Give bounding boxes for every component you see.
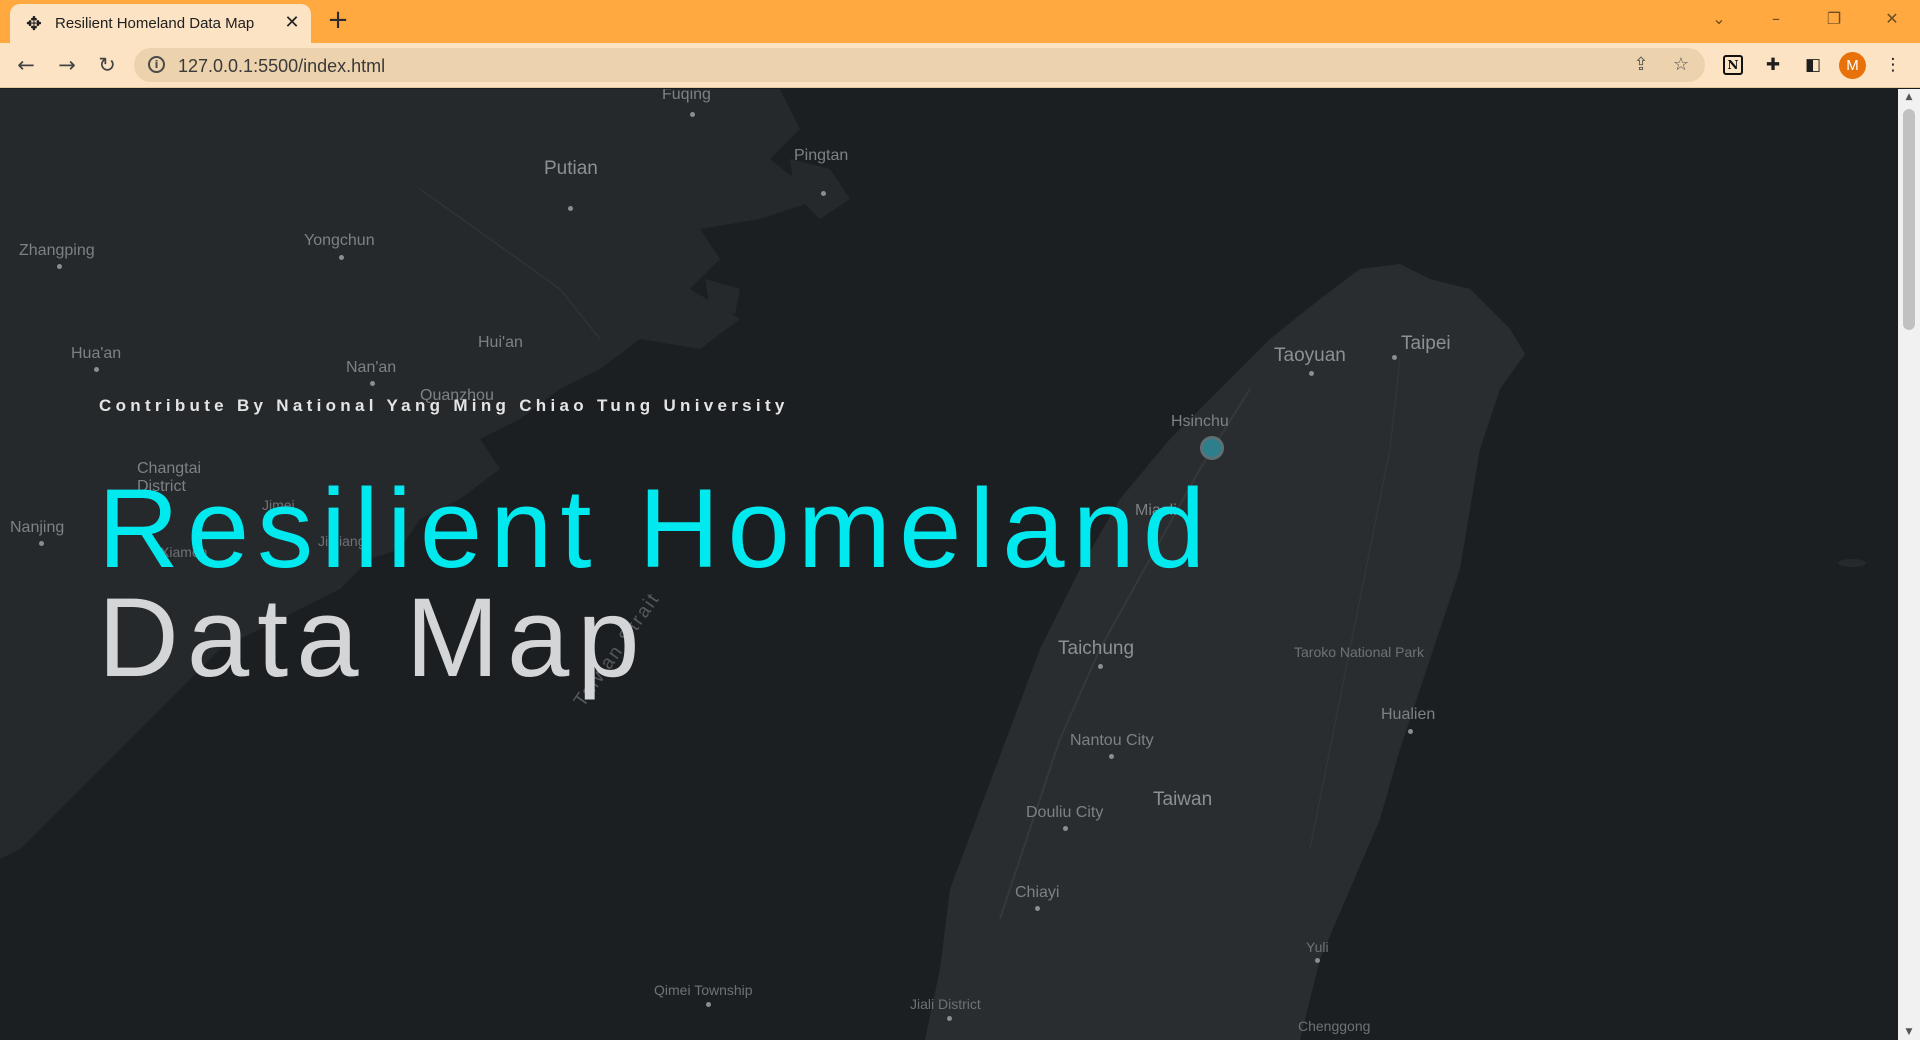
site-info-icon[interactable]: i	[148, 56, 165, 73]
side-panel-icon[interactable]: ◧	[1800, 52, 1826, 78]
back-arrow-icon[interactable]: ←	[12, 51, 40, 79]
place-label-hualien: Hualien	[1381, 706, 1436, 723]
drone-icon: ✥	[26, 13, 42, 35]
place-label-nantou: Nantou City	[1070, 732, 1154, 749]
tab-strip: ✥ Resilient Homeland Data Map ✕ + ⌄ – ❐ …	[0, 0, 1920, 43]
scroll-up-arrow-icon[interactable]: ▲	[1904, 92, 1914, 102]
place-label-douliu: Douliu City	[1026, 804, 1104, 821]
city-dot	[1035, 906, 1040, 911]
scroll-down-arrow-icon[interactable]: ▼	[1904, 1027, 1914, 1037]
place-label-taipei: Taipei	[1401, 333, 1451, 354]
city-dot	[947, 1016, 952, 1021]
minimize-window-icon[interactable]: –	[1761, 6, 1791, 32]
city-dot	[339, 255, 344, 260]
city-dot	[1408, 729, 1413, 734]
new-tab-button[interactable]: +	[325, 7, 351, 34]
city-dot	[57, 264, 62, 269]
map-viewport[interactable]: Fuqing Putian Pingtan Zhangping Yongchun…	[0, 89, 1898, 1040]
place-label-chiayi: Chiayi	[1015, 884, 1060, 901]
restore-window-icon[interactable]: ❐	[1819, 6, 1849, 32]
close-window-icon[interactable]: ✕	[1877, 6, 1907, 32]
city-dot	[1098, 664, 1103, 669]
share-icon[interactable]: ⇪	[1630, 54, 1652, 76]
place-label-yuli: Yuli	[1306, 939, 1329, 955]
notion-extension-icon[interactable]: N	[1723, 55, 1743, 75]
place-label-jiali: Jiali District	[910, 996, 981, 1012]
place-label-huian: Hui'an	[478, 334, 523, 351]
islet	[1838, 559, 1866, 567]
page-scrollbar[interactable]: ▲ ▼	[1898, 89, 1920, 1040]
place-label-zhangping: Zhangping	[19, 242, 95, 259]
scroll-thumb[interactable]	[1903, 109, 1915, 330]
city-dot	[690, 112, 695, 117]
place-label-hsinchu: Hsinchu	[1171, 413, 1229, 430]
capital-dot	[1392, 355, 1397, 360]
tab-close-icon[interactable]: ✕	[281, 12, 303, 34]
place-label-pingtan: Pingtan	[794, 147, 849, 164]
city-dot	[706, 1002, 711, 1007]
city-dot	[1315, 958, 1320, 963]
address-bar[interactable]: i 127.0.0.1:5500/index.html ⇪ ☆	[134, 48, 1705, 82]
place-label-yongchun: Yongchun	[304, 232, 375, 249]
place-label-putian: Putian	[544, 158, 598, 179]
city-dot	[1063, 826, 1068, 831]
place-label-nanan: Nan'an	[346, 359, 397, 376]
tab-search-icon[interactable]: ⌄	[1704, 6, 1734, 32]
hero-title-line2: Data Map	[98, 575, 648, 700]
city-dot	[1309, 371, 1314, 376]
place-label-chenggong: Chenggong	[1298, 1018, 1371, 1034]
tab-title: Resilient Homeland Data Map	[55, 15, 255, 32]
browser-menu-icon[interactable]: ⋮	[1880, 52, 1906, 78]
place-label-taroko: Taroko National Park	[1294, 644, 1424, 660]
profile-avatar[interactable]: M	[1839, 52, 1866, 79]
map-location-marker[interactable]	[1200, 436, 1224, 460]
region-label-taiwan: Taiwan	[1153, 789, 1213, 810]
place-label-fuqing: Fuqing	[662, 89, 711, 103]
taiwan-landmass	[925, 264, 1525, 1040]
place-label-qimei: Qimei Township	[654, 982, 753, 998]
hero-subtitle: Contribute By National Yang Ming Chiao T…	[99, 396, 789, 415]
browser-tab[interactable]: ✥ Resilient Homeland Data Map ✕	[10, 4, 311, 43]
place-label-taoyuan: Taoyuan	[1274, 345, 1346, 366]
city-dot	[568, 206, 573, 211]
place-label-nanjing: Nanjing	[10, 519, 65, 536]
city-dot	[821, 191, 826, 196]
city-dot	[370, 381, 375, 386]
city-dot	[39, 541, 44, 546]
extensions-puzzle-icon[interactable]: ✚	[1760, 52, 1786, 78]
pingtan-island	[790, 159, 850, 219]
bookmark-star-icon[interactable]: ☆	[1670, 54, 1692, 76]
city-dot	[1109, 754, 1114, 759]
islet	[705, 279, 740, 314]
forward-arrow-icon[interactable]: →	[53, 51, 81, 79]
url-text[interactable]: 127.0.0.1:5500/index.html	[178, 56, 385, 77]
browser-toolbar: ← → ↻ i 127.0.0.1:5500/index.html ⇪ ☆ N …	[0, 43, 1920, 88]
place-label-huaan: Hua'an	[71, 345, 122, 362]
city-dot	[94, 367, 99, 372]
place-label-taichung: Taichung	[1058, 638, 1135, 659]
reload-icon[interactable]: ↻	[93, 51, 121, 79]
